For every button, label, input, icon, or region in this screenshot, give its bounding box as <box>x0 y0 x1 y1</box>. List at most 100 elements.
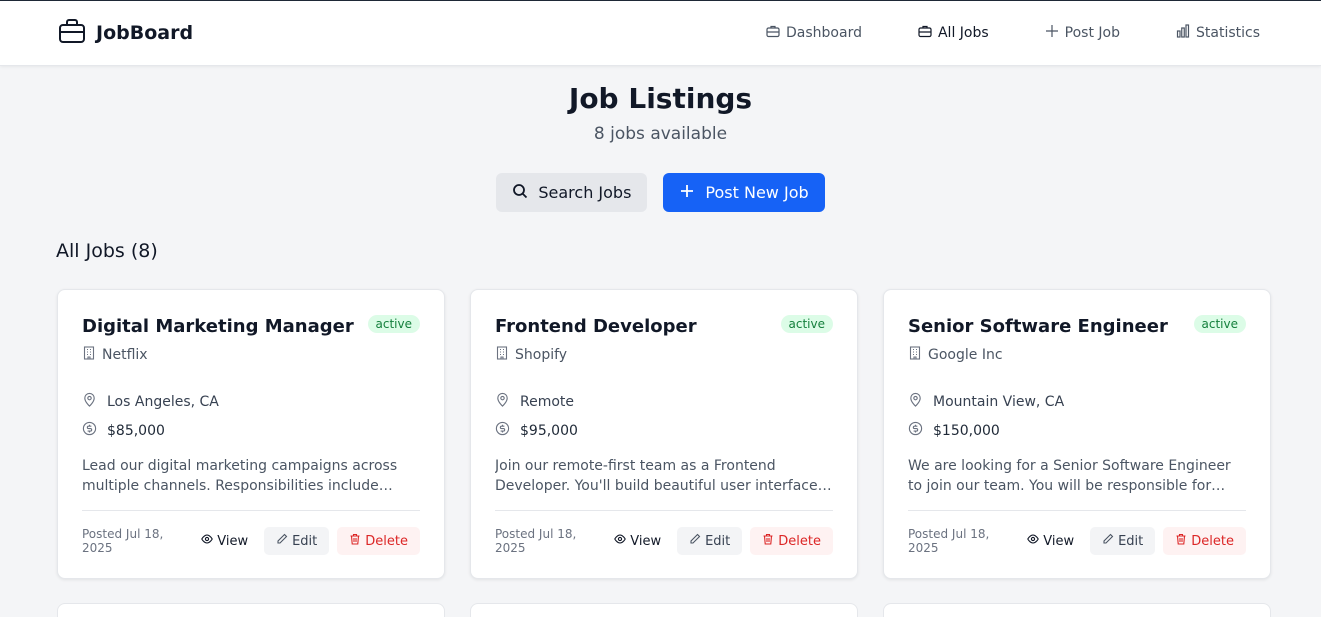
location-text: Mountain View, CA <box>933 393 1065 410</box>
job-grid: Digital Marketing Manager active Netflix… <box>0 289 1321 579</box>
button-label: Edit <box>705 533 731 549</box>
status-badge: active <box>780 315 833 333</box>
card-footer: Posted Jul 18, 2025 View Edit Delete <box>908 510 1246 555</box>
top-navbar: JobBoard Dashboard All Jobs Post Job Sta… <box>0 1 1321 66</box>
nav-label: Post Job <box>1064 25 1120 41</box>
trash-icon <box>1175 533 1187 549</box>
edit-button[interactable]: Edit <box>677 527 743 555</box>
company-name: Shopify <box>515 347 568 363</box>
building-icon <box>908 346 922 364</box>
pencil-icon <box>689 533 701 549</box>
company: Netflix <box>82 346 420 364</box>
job-card[interactable]: Senior Software Engineer active Google I… <box>883 289 1271 579</box>
dollar-icon <box>82 421 97 440</box>
brand-name: JobBoard <box>96 22 194 44</box>
job-title[interactable]: Senior Software Engineer <box>908 314 1168 340</box>
eye-icon <box>614 533 627 549</box>
bar-chart-icon <box>1176 24 1190 42</box>
job-card[interactable]: Digital Marketing Manager active Netflix… <box>57 289 445 579</box>
button-label: Edit <box>1118 533 1144 549</box>
nav-label: Statistics <box>1196 25 1260 41</box>
nav-label: All Jobs <box>937 25 989 41</box>
company: Shopify <box>495 346 833 364</box>
job-description: Lead our digital marketing campaigns acr… <box>82 458 398 494</box>
job-card[interactable] <box>470 603 858 617</box>
page-title: Job Listings <box>568 82 753 115</box>
pencil-icon <box>276 533 288 549</box>
job-description: We are looking for a Senior Software Eng… <box>908 458 1231 494</box>
brand[interactable]: JobBoard <box>58 17 193 49</box>
dollar-icon <box>908 421 923 440</box>
job-title[interactable]: Frontend Developer <box>495 314 697 340</box>
button-label: View <box>217 533 249 549</box>
dollar-icon <box>495 421 510 440</box>
hero: Job Listings 8 jobs available Search Job… <box>0 66 1321 212</box>
delete-button[interactable]: Delete <box>750 527 833 555</box>
job-description: Join our remote-first team as a Frontend… <box>495 458 825 494</box>
building-icon <box>495 346 509 364</box>
status-badge: active <box>367 315 420 333</box>
nav-item-post-job[interactable]: Post Job <box>1045 24 1120 42</box>
job-title[interactable]: Digital Marketing Manager <box>82 314 354 340</box>
button-label: Search Jobs <box>538 183 632 202</box>
edit-button[interactable]: Edit <box>1090 527 1156 555</box>
briefcase-icon <box>58 17 86 49</box>
button-label: View <box>630 533 662 549</box>
edit-button[interactable]: Edit <box>264 527 330 555</box>
delete-button[interactable]: Delete <box>337 527 420 555</box>
salary-text: $95,000 <box>520 422 578 439</box>
nav-item-statistics[interactable]: Statistics <box>1176 24 1260 42</box>
pencil-icon <box>1102 533 1114 549</box>
job-card[interactable]: Frontend Developer active Shopify Remote… <box>470 289 858 579</box>
location: Mountain View, CA <box>908 392 1246 411</box>
plus-icon <box>679 183 695 203</box>
map-pin-icon <box>82 392 97 411</box>
nav-item-all-jobs[interactable]: All Jobs <box>918 24 989 42</box>
location-text: Remote <box>520 393 575 410</box>
salary: $150,000 <box>908 421 1246 440</box>
button-label: Post New Job <box>705 183 809 202</box>
search-jobs-button[interactable]: Search Jobs <box>496 173 648 212</box>
card-footer: Posted Jul 18, 2025 View Edit Delete <box>82 510 420 555</box>
company-name: Netflix <box>102 347 148 363</box>
location-text: Los Angeles, CA <box>107 393 219 410</box>
briefcase-icon <box>918 24 932 42</box>
button-label: Delete <box>778 533 821 549</box>
posted-date: Posted Jul 18, 2025 <box>908 527 990 555</box>
location: Remote <box>495 392 833 411</box>
job-card[interactable] <box>883 603 1271 617</box>
eye-icon <box>1027 533 1040 549</box>
button-label: View <box>1043 533 1075 549</box>
nav-item-dashboard[interactable]: Dashboard <box>766 24 862 42</box>
button-label: Delete <box>1191 533 1234 549</box>
main-nav: Dashboard All Jobs Post Job Statistics <box>710 24 1260 42</box>
status-badge: active <box>1193 315 1246 333</box>
posted-date: Posted Jul 18, 2025 <box>82 527 164 555</box>
building-icon <box>82 346 96 364</box>
company: Google Inc <box>908 346 1246 364</box>
view-button[interactable]: View <box>193 527 256 555</box>
view-button[interactable]: View <box>606 527 669 555</box>
job-grid-row-2 <box>0 603 1321 617</box>
post-new-job-button[interactable]: Post New Job <box>663 173 825 212</box>
salary: $85,000 <box>82 421 420 440</box>
salary-text: $85,000 <box>107 422 165 439</box>
map-pin-icon <box>908 392 923 411</box>
trash-icon <box>349 533 361 549</box>
card-footer: Posted Jul 18, 2025 View Edit Delete <box>495 510 833 555</box>
view-button[interactable]: View <box>1019 527 1082 555</box>
job-card[interactable] <box>57 603 445 617</box>
briefcase-icon <box>766 24 780 42</box>
trash-icon <box>762 533 774 549</box>
button-label: Delete <box>365 533 408 549</box>
delete-button[interactable]: Delete <box>1163 527 1246 555</box>
hero-actions: Search Jobs Post New Job <box>0 173 1321 212</box>
salary: $95,000 <box>495 421 833 440</box>
nav-label: Dashboard <box>786 25 862 41</box>
jobs-count-subtitle: 8 jobs available <box>593 124 728 144</box>
company-name: Google Inc <box>928 347 1003 363</box>
location: Los Angeles, CA <box>82 392 420 411</box>
search-icon <box>512 183 528 203</box>
plus-icon <box>1045 24 1059 42</box>
salary-text: $150,000 <box>933 422 1000 439</box>
